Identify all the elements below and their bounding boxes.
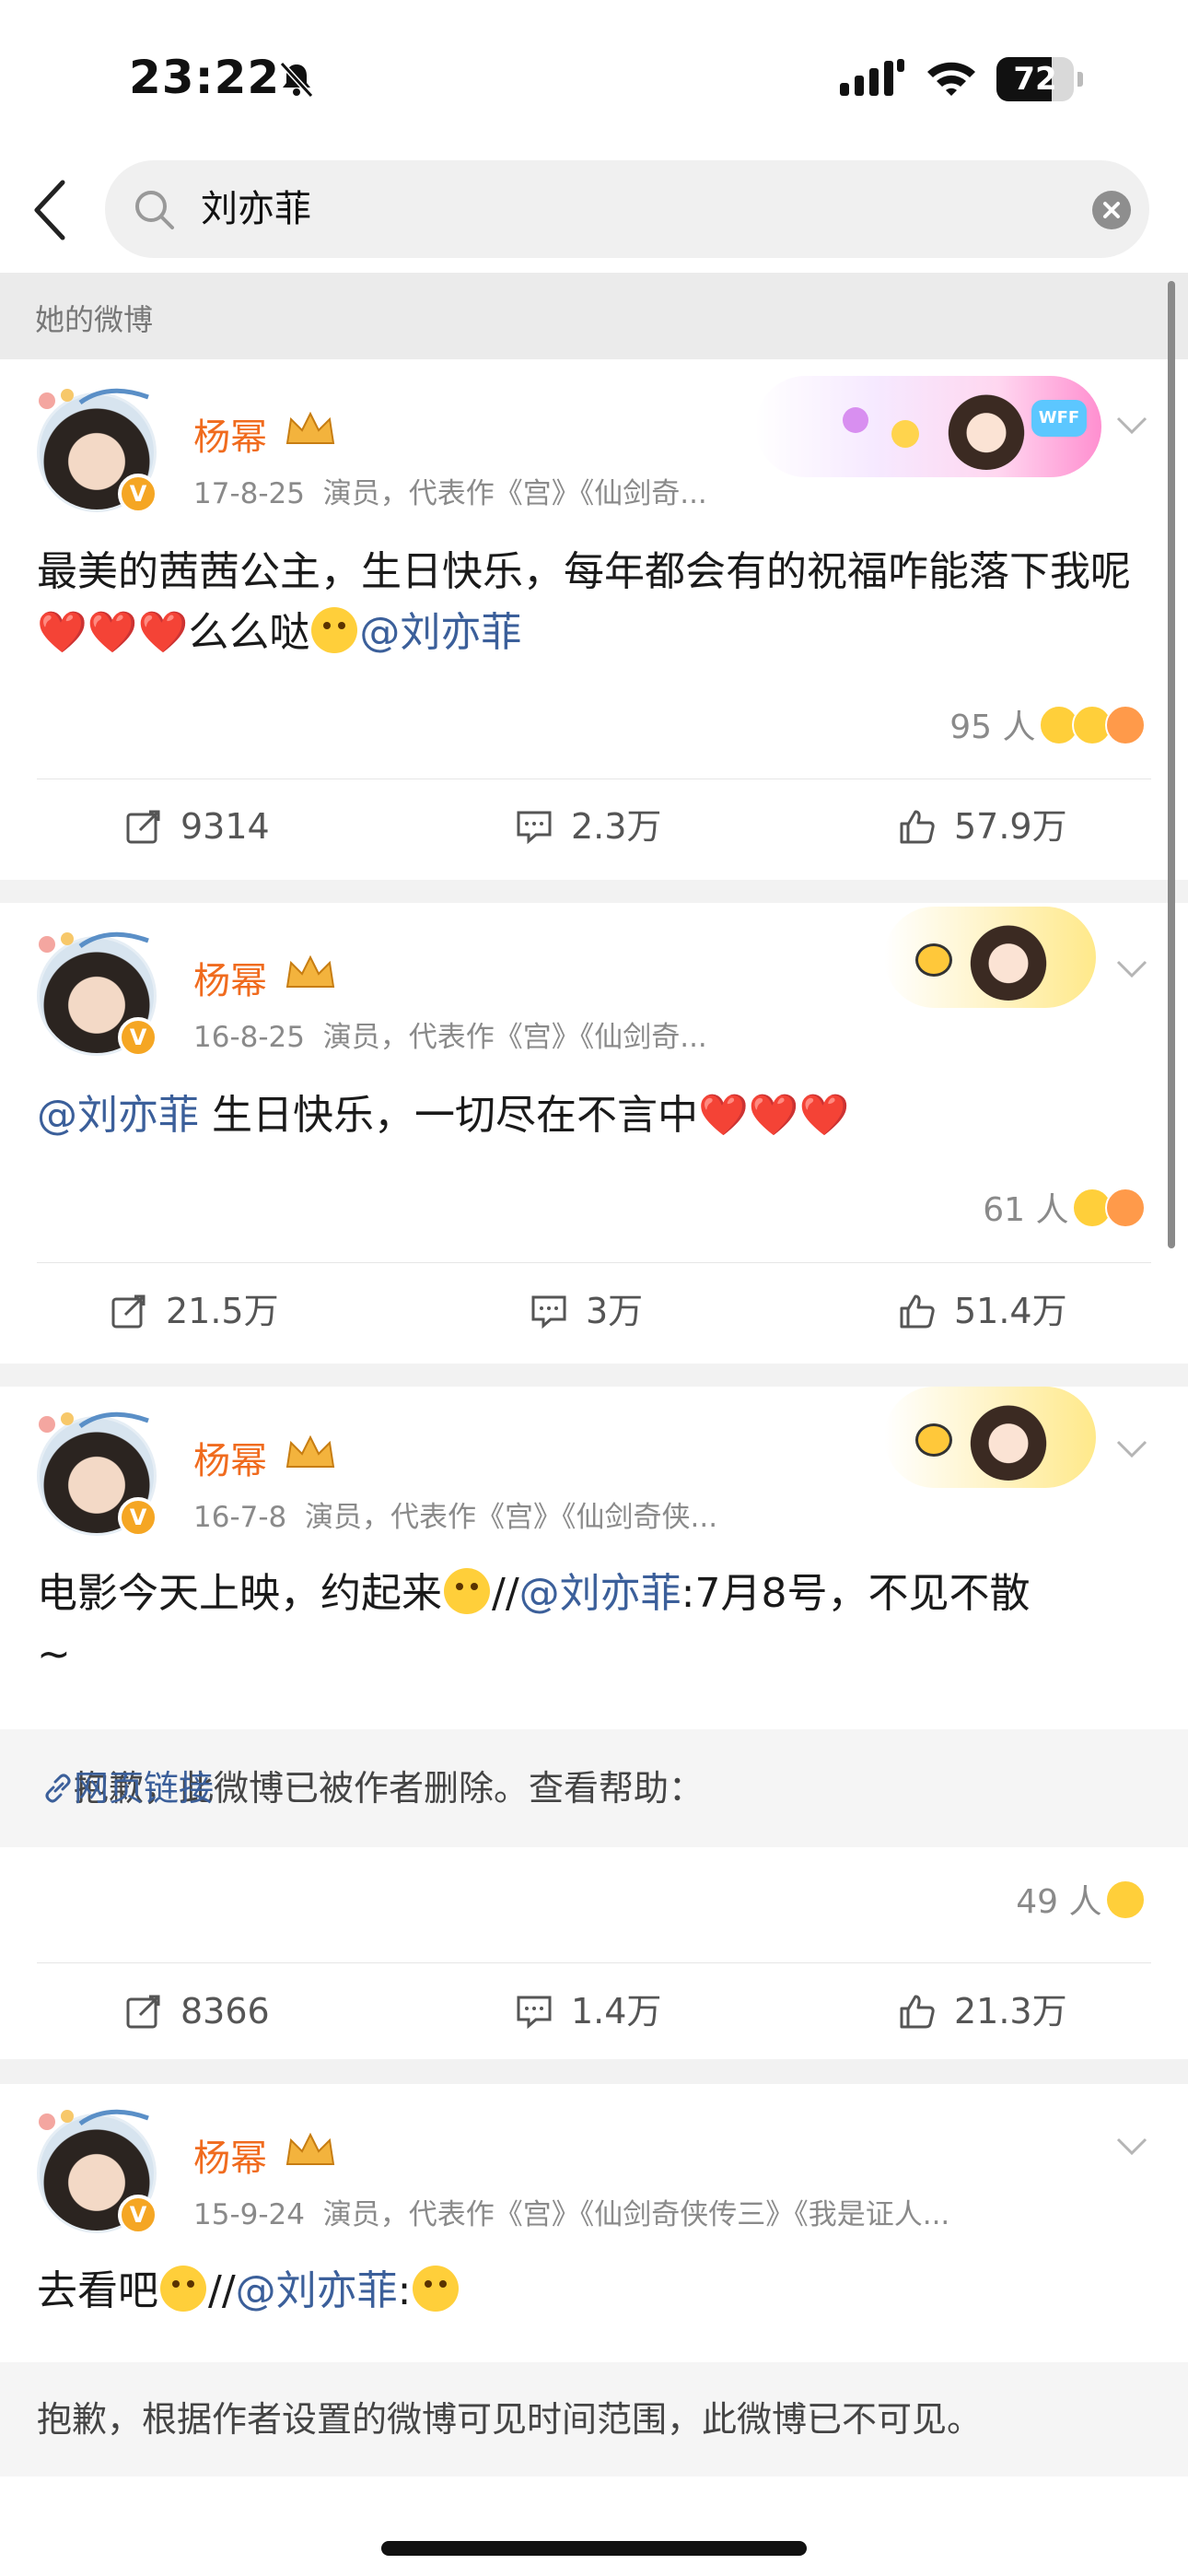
muted-bell-icon — [279, 61, 314, 99]
scrollbar[interactable] — [1168, 281, 1175, 1248]
verified-badge-icon: V — [118, 474, 158, 514]
search-input[interactable]: 刘亦菲 — [105, 160, 1149, 258]
author-description: 演员，代表作《宫》《仙剑奇... — [322, 477, 707, 510]
verified-badge-icon: V — [118, 1017, 158, 1058]
comment-icon — [531, 1295, 566, 1329]
post-date: 15-9-24 — [193, 2198, 305, 2231]
shocked-emoji-icon — [311, 607, 358, 653]
thumbs-up-icon — [900, 1294, 935, 1329]
chevron-down-icon[interactable] — [1114, 2136, 1149, 2158]
comment-icon — [517, 811, 552, 845]
post-meta: 16-7-8 演员，代表作《宫》《仙剑奇侠... — [193, 1493, 717, 1535]
section-label: 她的微博 — [0, 273, 1188, 359]
chevron-down-icon[interactable] — [1114, 415, 1149, 437]
comment-icon — [517, 1996, 552, 2030]
likers-summary[interactable]: 49 人 — [1016, 1875, 1146, 1923]
wifi-icon — [927, 62, 975, 96]
clock: 23:22 — [129, 51, 281, 104]
search-icon — [135, 191, 174, 229]
kiss-emoji-icon — [1105, 705, 1146, 745]
hidden-repost-notice: 抱歉，根据作者设置的微博可见时间范围，此微博已不可见。 — [0, 2362, 1188, 2476]
author-description: 演员，代表作《宫》《仙剑奇侠传三》《我是证人... — [322, 2198, 950, 2231]
clear-search-icon[interactable] — [1092, 191, 1131, 229]
post-meta: 15-9-24 演员，代表作《宫》《仙剑奇侠传三》《我是证人... — [193, 2191, 949, 2232]
heart-emoji-icon: ❤️❤️❤️ — [37, 609, 189, 656]
post-text: @刘亦菲 生日快乐，一切尽在不言中❤️❤️❤️ — [37, 1092, 850, 1139]
back-arrow-icon[interactable] — [28, 175, 74, 245]
laugh-emoji-icon — [1105, 1879, 1146, 1920]
member-crown-icon[interactable] — [284, 410, 337, 449]
chevron-down-icon[interactable] — [1114, 1438, 1149, 1460]
member-crown-icon[interactable] — [284, 954, 337, 992]
grin-emoji-icon — [444, 1568, 490, 1614]
author-description: 演员，代表作《宫》《仙剑奇侠... — [304, 1501, 718, 1534]
member-crown-icon[interactable] — [284, 1434, 337, 1472]
kiss-emoji-icon — [1105, 1188, 1146, 1228]
web-link[interactable]: 网页链接 — [74, 1762, 214, 1814]
likers-summary[interactable]: 61 人 — [983, 1183, 1146, 1231]
post-card[interactable]: V 杨幂 17-8-25 演员，代表作《宫》《仙剑奇... WFF 最美的茜茜公… — [0, 359, 1188, 880]
mention-link[interactable]: @刘亦菲 — [236, 2267, 398, 2314]
likers-summary[interactable]: 95 人 — [949, 700, 1146, 748]
verified-badge-icon: V — [118, 2195, 158, 2235]
post-text: 最美的茜茜公主，生日快乐，每年都会有的祝福咋能落下我呢❤️❤️❤️么么哒 @刘亦菲 — [37, 548, 1131, 656]
wff-sticker-icon: WFF — [1031, 400, 1087, 437]
mention-link[interactable]: @刘亦菲 — [359, 609, 521, 656]
flower-wreath-icon — [39, 1411, 149, 1433]
deleted-repost-notice: 抱歉，此微博已被作者删除。查看帮助： 网页链接 — [0, 1729, 1188, 1847]
post-text: 去看吧//@刘亦菲: — [37, 2261, 1151, 2322]
post-meta: 16-8-25 演员，代表作《宫》《仙剑奇... — [193, 1013, 707, 1055]
author-name[interactable]: 杨幂 — [193, 1431, 267, 1484]
link-icon — [45, 1774, 71, 1803]
search-header: 刘亦菲 — [0, 147, 1188, 273]
post-date: 17-8-25 — [193, 477, 305, 510]
cellular-signal-icon — [840, 59, 904, 96]
mention-link[interactable]: @刘亦菲 — [519, 1570, 681, 1617]
mention-link[interactable]: @刘亦菲 — [37, 1092, 199, 1139]
post-card[interactable]: V 杨幂 15-9-24 演员，代表作《宫》《仙剑奇侠传三》《我是证人... 去… — [0, 2084, 1188, 2576]
chevron-down-icon[interactable] — [1114, 958, 1149, 980]
thumbs-up-icon — [900, 1995, 935, 2029]
repost-icon — [126, 810, 160, 844]
author-name[interactable]: 杨幂 — [193, 2128, 267, 2182]
home-indicator[interactable] — [381, 2541, 807, 2556]
author-name[interactable]: 杨幂 — [193, 407, 267, 461]
smug-emoji-icon — [413, 2266, 460, 2312]
card-decoration — [884, 1387, 1096, 1488]
card-decoration — [884, 907, 1096, 1008]
post-text: 电影今天上映，约起来//@刘亦菲:7月8号，不见不散 ~ — [37, 1568, 1031, 1678]
status-bar: 23:22 72 — [0, 0, 1188, 157]
search-query: 刘亦菲 — [201, 188, 311, 230]
post-card[interactable]: V 杨幂 16-7-8 演员，代表作《宫》《仙剑奇侠... 电影今天上映，约起来… — [0, 1387, 1188, 2059]
repost-icon — [111, 1294, 146, 1329]
flower-wreath-icon — [39, 2109, 149, 2130]
author-name[interactable]: 杨幂 — [193, 951, 267, 1004]
thumbs-up-icon — [900, 810, 935, 844]
post-date: 16-8-25 — [193, 1021, 305, 1054]
heart-emoji-icon: ❤️❤️❤️ — [698, 1092, 850, 1139]
post-card[interactable]: V 杨幂 16-8-25 演员，代表作《宫》《仙剑奇... @刘亦菲 生日快乐，… — [0, 903, 1188, 1364]
member-crown-icon[interactable] — [284, 2131, 337, 2170]
verified-badge-icon: V — [118, 1497, 158, 1538]
author-description: 演员，代表作《宫》《仙剑奇... — [322, 1021, 707, 1054]
flower-wreath-icon — [39, 931, 149, 953]
post-meta: 17-8-25 演员，代表作《宫》《仙剑奇... — [193, 470, 707, 511]
smug-emoji-icon — [160, 2266, 206, 2312]
post-date: 16-7-8 — [193, 1501, 287, 1534]
flower-wreath-icon — [39, 388, 149, 409]
repost-icon — [126, 1995, 160, 2029]
card-decoration: WFF — [755, 376, 1101, 477]
battery-indicator: 72 — [996, 57, 1083, 101]
